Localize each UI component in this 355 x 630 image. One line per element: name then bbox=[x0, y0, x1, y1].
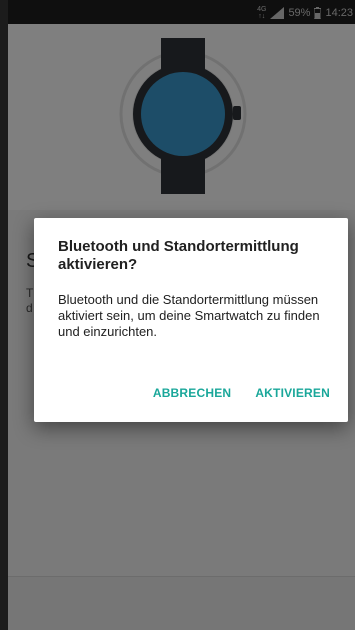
cancel-button[interactable]: ABBRECHEN bbox=[153, 386, 231, 400]
dialog-title: Bluetooth und Standortermittlung aktivie… bbox=[58, 238, 299, 273]
dialog-message: Bluetooth und die Standortermittlung müs… bbox=[58, 292, 320, 339]
phone-screen: 4G ↑↓ 59% 14:23 S bbox=[8, 0, 355, 630]
dialog-actions: ABBRECHEN AKTIVIEREN bbox=[153, 386, 330, 400]
enable-bluetooth-dialog: Bluetooth und Standortermittlung aktivie… bbox=[34, 218, 348, 422]
activate-button[interactable]: AKTIVIEREN bbox=[255, 386, 330, 400]
